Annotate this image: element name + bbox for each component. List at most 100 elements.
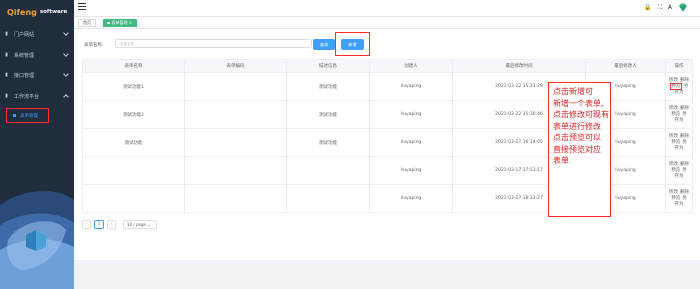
sidebar-item-portal[interactable]: ▮ 门户网站 <box>0 27 74 41</box>
delete-link[interactable]: 删除 <box>680 190 689 195</box>
save-as-link[interactable]: 存为 <box>675 90 684 95</box>
cell-desc <box>286 184 370 213</box>
copy-link[interactable]: 另 <box>682 140 687 145</box>
cell-desc: 测试功能 <box>286 100 370 129</box>
cell-name <box>82 184 185 213</box>
preview-link[interactable]: 预览 <box>669 82 682 90</box>
tags-bar: 首页 表单管理 × <box>74 17 700 29</box>
column-header[interactable]: 表单编码 <box>184 59 287 73</box>
sidebar-item-api[interactable]: ▮ 接口管理 <box>0 68 74 82</box>
cell-name: 测试功能1 <box>82 72 185 101</box>
preview-link[interactable]: 预览 <box>671 196 680 201</box>
sidebar-item-label: 接口管理 <box>14 72 35 79</box>
delete-link[interactable]: 删除 <box>680 162 689 167</box>
cell-code <box>184 100 287 129</box>
sidebar-subitem-form-management[interactable]: 表单管理 <box>6 108 49 123</box>
chevron-down-icon <box>63 30 69 36</box>
pagination: ‹ 1 › 10 / page ⌄ <box>82 219 157 229</box>
close-icon[interactable]: × <box>129 20 132 25</box>
delete-link[interactable]: 删除 <box>680 78 689 83</box>
search-input[interactable] <box>115 39 312 48</box>
sidebar-item-label: 工作流平台 <box>14 93 40 100</box>
column-header[interactable]: 最后修改人 <box>585 59 666 73</box>
page-size-select[interactable]: 10 / page ⌄ <box>123 219 157 229</box>
lock-icon[interactable]: 🔒 <box>644 3 651 12</box>
save-as-link[interactable]: 存为 <box>675 174 684 179</box>
table-header-row: 表单名称 表单编码 描述信息 创建人 最后修改时间 最后修改人 操作 <box>82 59 693 73</box>
fullscreen-icon[interactable]: ⛶ <box>658 3 662 12</box>
submenu-label: 表单管理 <box>20 113 38 119</box>
sidebar-item-workflow[interactable]: ▮ 工作流平台 <box>0 89 74 103</box>
main-content: 表单名称: 查询 新增 表单名称 表单编码 描述信息 创建人 最后修改时间 最后… <box>74 29 700 260</box>
cell-ops: 修改 删除预览另存为 <box>665 72 693 101</box>
theme-gem-icon[interactable] <box>678 3 688 12</box>
brand-logo: Qifeng <box>7 7 37 17</box>
topbar-icons: 🔒 ⛶ A <box>644 3 688 12</box>
form-icon <box>13 114 16 117</box>
cell-code <box>184 156 287 185</box>
edit-link[interactable]: 修改 <box>669 162 678 167</box>
cell-desc <box>286 156 370 185</box>
cell-ops: 修改 删除预览另存为 <box>665 156 693 185</box>
tag-label: 首页 <box>83 20 91 25</box>
cell-code <box>184 128 287 157</box>
next-page-button[interactable]: › <box>107 219 116 229</box>
home-icon: ▮ <box>5 30 8 37</box>
brand: Qifeng software <box>0 0 74 24</box>
cell-name <box>82 156 185 185</box>
delete-link[interactable]: 删除 <box>680 134 689 139</box>
query-button[interactable]: 查询 <box>313 39 335 50</box>
add-button[interactable]: 新增 <box>341 39 364 50</box>
delete-link[interactable]: 删除 <box>680 106 689 111</box>
cell-ops: 修改 删除预览另存为 <box>665 128 693 157</box>
cell-name: 测试功能 <box>82 128 185 157</box>
column-header: 操作 <box>665 59 693 73</box>
page-background <box>74 260 700 289</box>
edit-link[interactable]: 修改 <box>669 78 678 83</box>
topbar: 🔒 ⛶ A <box>74 0 700 17</box>
copy-link[interactable]: 另 <box>682 196 687 201</box>
edit-link[interactable]: 修改 <box>669 190 678 195</box>
tag-form-management[interactable]: 表单管理 × <box>103 19 138 27</box>
preview-link[interactable]: 预览 <box>671 168 680 173</box>
preview-link[interactable]: 预览 <box>671 112 680 117</box>
prev-page-button[interactable]: ‹ <box>82 219 91 229</box>
search-label: 表单名称: <box>84 43 104 48</box>
cell-desc: 测试功能 <box>286 128 370 157</box>
sidebar-item-label: 门户网站 <box>14 31 35 38</box>
column-header[interactable]: 描述信息 <box>286 59 370 73</box>
sidebar: Qifeng software ▮ 门户网站 ▮ 系统管理 ▮ 接口管理 ▮ 工… <box>0 0 74 289</box>
edit-link[interactable]: 修改 <box>669 134 678 139</box>
copy-link[interactable]: 另 <box>684 84 689 89</box>
cell-code <box>184 72 287 101</box>
cell-creator: liuyaping <box>369 100 453 129</box>
sidebar-item-label: 系统管理 <box>14 52 35 59</box>
save-as-link[interactable]: 存为 <box>675 202 684 207</box>
cell-creator: liuyaping <box>369 72 453 101</box>
page-number[interactable]: 1 <box>94 219 104 229</box>
preview-link[interactable]: 预览 <box>671 140 680 145</box>
font-size-icon[interactable]: A <box>668 3 672 12</box>
column-header[interactable]: 创建人 <box>369 59 453 73</box>
save-as-link[interactable]: 存为 <box>675 118 684 123</box>
workflow-icon: ▮ <box>5 92 8 99</box>
copy-link[interactable]: 另 <box>682 168 687 173</box>
cell-ops: 修改 删除预览另存为 <box>665 100 693 129</box>
sidebar-item-system[interactable]: ▮ 系统管理 <box>0 48 74 62</box>
column-header[interactable]: 最后修改时间 <box>452 59 586 73</box>
chevron-up-icon <box>63 94 69 100</box>
page-size-label: 10 / page <box>127 221 146 227</box>
cell-ops: 修改 删除预览另存为 <box>665 184 693 213</box>
save-as-link[interactable]: 存为 <box>675 146 684 151</box>
column-header[interactable]: 表单名称 <box>82 59 185 73</box>
settings-icon: ▮ <box>5 51 8 58</box>
sidebar-decoration <box>0 190 74 289</box>
cell-name: 测试功能2 <box>82 100 185 129</box>
tag-home[interactable]: 首页 <box>78 19 96 27</box>
tag-label: 表单管理 <box>111 20 128 25</box>
hamburger-menu-icon[interactable] <box>78 3 86 11</box>
annotation-note: 点击新增可 新增一个表单, 点击修改可现有 表单进行修改 点击预览可以 直接预览… <box>548 82 611 217</box>
edit-link[interactable]: 修改 <box>669 106 678 111</box>
copy-link[interactable]: 另 <box>682 112 687 117</box>
chevron-down-icon: ⌄ <box>147 221 151 227</box>
